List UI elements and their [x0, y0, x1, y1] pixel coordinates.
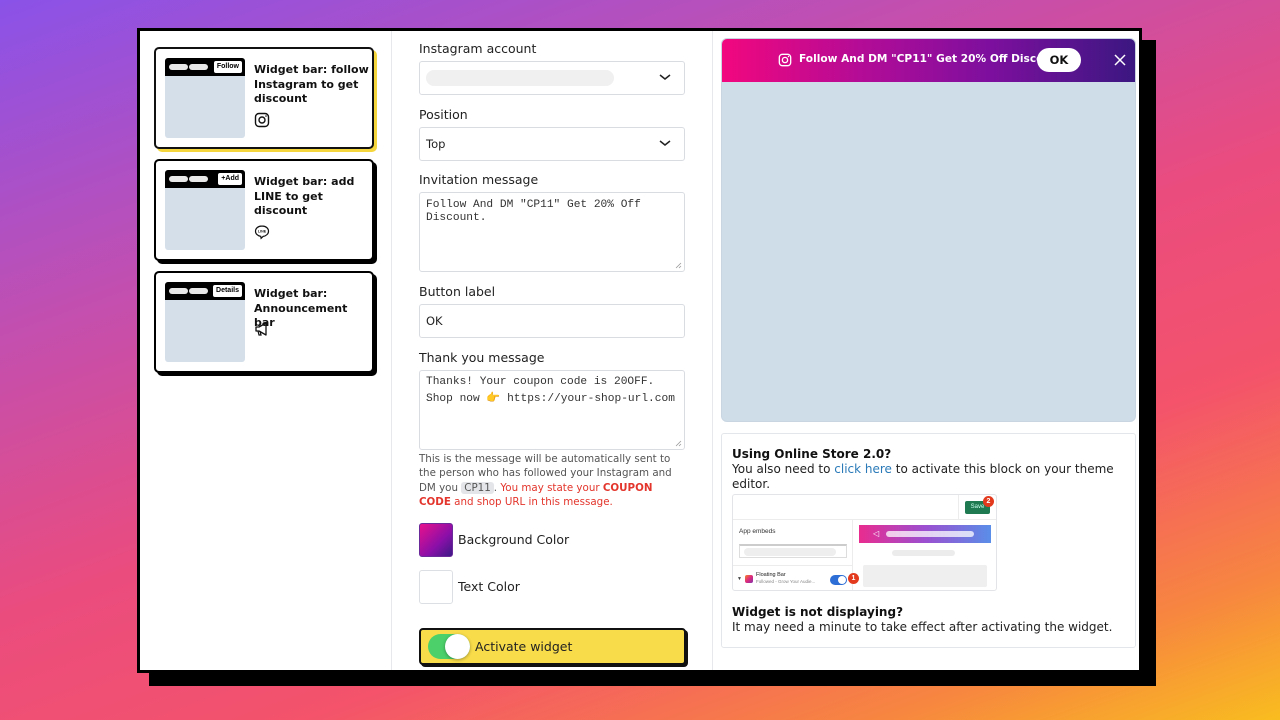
promo-ok-button[interactable]: OK	[1037, 48, 1081, 72]
instagram-icon	[254, 112, 270, 128]
embed-toggle-illustration	[830, 575, 847, 585]
invitation-message-textarea[interactable]: Follow And DM "CP11" Get 20% Off Discoun…	[419, 192, 685, 272]
button-label-input[interactable]: OK	[419, 304, 685, 338]
button-label-label: Button label	[419, 284, 496, 299]
thank-you-message-label: Thank you message	[419, 350, 545, 365]
template-card-announcement[interactable]: Details Widget bar: Announcement bar	[154, 271, 374, 373]
megaphone-icon	[255, 322, 267, 336]
dm-code-tag: CP11	[461, 481, 494, 494]
template-title: Widget bar: Announcement bar	[254, 287, 348, 329]
account-placeholder	[426, 70, 614, 86]
invitation-message-value: Follow And DM "CP11" Get 20% Off Discoun…	[426, 199, 641, 224]
thank-you-helper-text: This is the message will be automaticall…	[419, 453, 672, 509]
thank-you-message-textarea[interactable]: Thanks! Your coupon code is 20OFF. Shop …	[419, 370, 685, 450]
theme-editor-screenshot: Save 2 App embeds ▼ Floating Bar Followe…	[732, 494, 997, 591]
os2-title: Using Online Store 2.0?	[732, 447, 892, 461]
thumb-button-label: Follow	[213, 61, 242, 73]
resize-grip-icon[interactable]	[675, 262, 682, 269]
template-card-line[interactable]: +Add Widget bar: add LINE to get discoun…	[154, 159, 374, 261]
store-preview: Follow And DM "CP11" Get 20% Off Discoun…	[721, 38, 1136, 422]
resize-grip-icon[interactable]	[675, 440, 682, 447]
preview-panel: Follow And DM "CP11" Get 20% Off Discoun…	[713, 31, 1139, 670]
background-color-swatch[interactable]	[419, 523, 453, 557]
activate-widget-button[interactable]: Activate widget	[419, 628, 686, 665]
template-title: Widget bar: add LINE to get discount	[254, 175, 355, 217]
chevron-down-icon	[659, 140, 671, 146]
line-icon: LINE	[254, 225, 270, 240]
floating-bar-subtitle: Followed - Grow Your Audie...	[756, 579, 816, 584]
template-title: Widget bar: follow Instagram to get disc…	[254, 63, 369, 105]
step-badge-2: 2	[983, 496, 994, 507]
background-color-label: Background Color	[458, 532, 570, 547]
invitation-message-label: Invitation message	[419, 172, 539, 187]
click-here-link[interactable]: click here	[834, 462, 892, 476]
activate-toggle[interactable]	[428, 634, 470, 659]
close-icon[interactable]	[1113, 53, 1127, 67]
app-embeds-label: App embeds	[739, 528, 776, 535]
position-select[interactable]: Top	[419, 127, 685, 161]
position-value: Top	[426, 137, 446, 151]
instagram-account-label: Instagram account	[419, 41, 537, 56]
template-card-instagram[interactable]: Follow Widget bar: follow Instagram to g…	[154, 47, 374, 149]
promo-bar-preview: Follow And DM "CP11" Get 20% Off Discoun…	[722, 39, 1135, 82]
thumb-button-label: +Add	[218, 173, 242, 185]
not-displaying-text: It may need a minute to take effect afte…	[732, 620, 1113, 634]
help-card: Using Online Store 2.0? You also need to…	[721, 433, 1136, 648]
app-frame: Follow Widget bar: follow Instagram to g…	[137, 28, 1142, 673]
instagram-account-select[interactable]	[419, 61, 685, 95]
os2-text: You also need to click here to activate …	[732, 462, 1114, 491]
instagram-app-icon	[745, 575, 753, 583]
svg-text:LINE: LINE	[258, 230, 267, 234]
template-thumbnail: +Add	[165, 170, 245, 250]
template-thumbnail: Details	[165, 282, 245, 362]
thank-you-message-value: Thanks! Your coupon code is 20OFF. Shop …	[426, 376, 675, 405]
not-displaying-title: Widget is not displaying?	[732, 605, 904, 619]
chevron-down-icon	[659, 74, 671, 80]
megaphone-icon: ◁	[873, 529, 880, 538]
button-label-value: OK	[426, 314, 443, 328]
text-color-swatch[interactable]	[419, 570, 453, 604]
promo-message: Follow And DM "CP11" Get 20% Off Discoun…	[799, 53, 1068, 65]
template-list: Follow Widget bar: follow Instagram to g…	[140, 31, 392, 670]
settings-form: Instagram account Position Top Invitatio…	[392, 31, 713, 670]
position-label: Position	[419, 107, 468, 122]
instagram-icon	[778, 53, 792, 67]
thumb-button-label: Details	[213, 285, 242, 297]
floating-bar-label: Floating Bar	[756, 572, 786, 578]
step-badge-1: 1	[848, 573, 859, 584]
template-thumbnail: Follow	[165, 58, 245, 138]
text-color-label: Text Color	[458, 579, 520, 594]
activate-widget-label: Activate widget	[475, 639, 573, 654]
